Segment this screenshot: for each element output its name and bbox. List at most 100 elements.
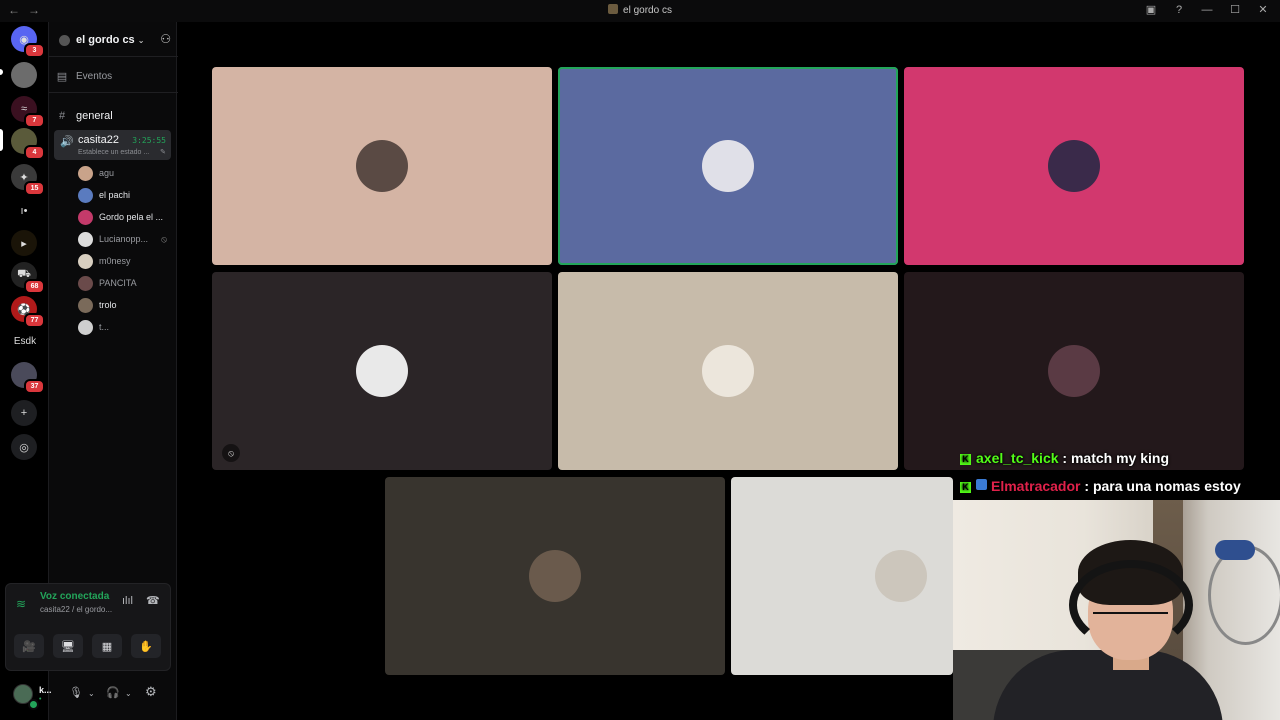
voice-member[interactable]: Lucianopp... ⦸ (78, 230, 173, 248)
chat-separator: : (1062, 450, 1068, 466)
streamer-webcam (953, 500, 1280, 720)
member-name: Lucianopp... (99, 234, 149, 244)
channel-general[interactable]: # general (55, 106, 171, 126)
chat-message: Kaxel_tc_kick : match my king (960, 450, 1169, 466)
server-esdk-icon[interactable]: Esdk (10, 328, 40, 354)
voice-status[interactable]: Establece un estado ... (78, 149, 149, 156)
divider (49, 56, 178, 57)
voice-member[interactable]: agu (78, 164, 173, 182)
discover-icon[interactable]: ◎ (11, 434, 37, 460)
voice-member[interactable]: el pachi (78, 186, 173, 204)
microphone-icon[interactable]: 🎙 (69, 686, 83, 699)
help-icon[interactable]: ? (1172, 4, 1186, 16)
events-item[interactable]: ▤ Eventos (55, 66, 171, 86)
member-avatar (78, 275, 93, 291)
server-6-icon[interactable]: ▸ (11, 230, 37, 256)
chat-message: K Elmatracador : para una nomas estoy (960, 478, 1243, 496)
calendar-icon: ▤ (56, 70, 68, 83)
member-name: trolo (99, 300, 117, 310)
title-bar: ← → el gordo cs ▣ ? — ☐ ✕ (0, 0, 1280, 22)
forward-arrow-icon[interactable]: → (28, 3, 40, 17)
voice-channel-casita22[interactable]: 🔊 casita22 3:25:55 Establece un estado .… (54, 130, 171, 160)
voice-member[interactable]: PANCITA (78, 274, 173, 292)
activities-button[interactable]: ▦ (92, 634, 122, 658)
headphones-icon[interactable]: 🎧 (106, 686, 120, 699)
member-avatar (78, 253, 93, 269)
screen-share-button[interactable]: 🖥 (53, 634, 83, 658)
member-name: agu (99, 168, 115, 178)
kick-logo-icon: K (960, 454, 971, 465)
chat-text: para una nomas estoy (1092, 478, 1241, 494)
user-status: • (39, 696, 42, 703)
pencil-icon[interactable]: ✎ (160, 148, 166, 156)
window-title: el gordo cs (0, 4, 1280, 16)
participant-avatar (702, 140, 754, 192)
participant-tile[interactable] (385, 477, 725, 675)
webcam-fan (1208, 545, 1280, 645)
guild-header[interactable]: el gordo cs ⌄ ⚇ (59, 32, 171, 48)
inbox-icon[interactable]: ▣ (1144, 3, 1158, 16)
soundboard-button[interactable]: ✋ (131, 634, 161, 658)
chevron-down-icon[interactable]: ⌄ (88, 689, 95, 698)
user-name[interactable]: k... (39, 685, 52, 695)
server-5-icon[interactable]: ı• (11, 198, 37, 224)
participant-tile[interactable] (731, 477, 953, 675)
notification-badge: 7 (24, 113, 45, 128)
participant-avatar (875, 550, 927, 602)
add-user-icon[interactable]: ⚇ (160, 32, 171, 46)
chevron-down-icon: ⌄ (137, 35, 145, 45)
member-avatar (78, 297, 93, 313)
chevron-down-icon[interactable]: ⌄ (125, 689, 132, 698)
member-name: el pachi (99, 190, 131, 200)
participant-tile[interactable] (904, 272, 1244, 470)
member-name: PANCITA (99, 278, 137, 288)
kick-logo-icon: K (960, 482, 971, 493)
participant-tile[interactable]: ⦸ (212, 272, 552, 470)
voice-connected-subtitle[interactable]: casita22 / el gordo... (40, 605, 112, 614)
chat-text: match my king (1070, 450, 1170, 466)
online-status-icon (28, 699, 39, 710)
participant-tile[interactable] (904, 67, 1244, 265)
server-icon (608, 4, 619, 14)
voice-connected-title[interactable]: Voz conectada (40, 591, 109, 602)
member-avatar (78, 231, 93, 247)
participant-tile[interactable] (558, 67, 898, 265)
voice-timer: 3:25:55 (132, 136, 166, 145)
notification-badge: 15 (24, 181, 45, 196)
voice-member[interactable]: trolo (78, 296, 173, 314)
close-button[interactable]: ✕ (1256, 3, 1270, 16)
participant-avatar (702, 345, 754, 397)
divider (49, 92, 178, 93)
member-name: t... (99, 322, 110, 332)
camera-off-icon: ⦸ (161, 233, 167, 244)
hash-icon: # (58, 110, 66, 122)
chat-username: Elmatracador (991, 478, 1081, 494)
voice-member[interactable]: t... (78, 318, 173, 336)
participant-avatar (356, 140, 408, 192)
minimize-button[interactable]: — (1200, 4, 1214, 16)
guild-name: el gordo cs (76, 34, 135, 46)
server-avatar-1-icon[interactable] (11, 62, 37, 88)
back-arrow-icon[interactable]: ← (8, 3, 20, 17)
user-panel: k... • 🎙 ⌄ 🎧 ⌄ ⚙ (5, 677, 171, 713)
noise-suppression-icon[interactable]: ılıl (122, 595, 133, 607)
member-avatar (78, 319, 93, 335)
camera-button[interactable]: 🎥 (14, 634, 44, 658)
participant-tile[interactable] (558, 272, 898, 470)
webcam-fan-cover (1215, 540, 1255, 560)
settings-gear-icon[interactable]: ⚙ (145, 684, 157, 700)
add-server-icon[interactable]: + (11, 400, 37, 426)
maximize-button[interactable]: ☐ (1228, 3, 1242, 16)
member-avatar (78, 165, 93, 181)
participant-tile[interactable] (212, 67, 552, 265)
member-avatar (78, 187, 93, 203)
voice-member[interactable]: Gordo pela el ... (78, 208, 173, 226)
voice-member[interactable]: m0nesy (78, 252, 173, 270)
voice-connected-panel: ≋ Voz conectada casita22 / el gordo... ı… (5, 583, 171, 671)
disconnect-icon[interactable]: ☎ (146, 594, 160, 607)
signal-icon: ≋ (16, 597, 27, 611)
guild-icon (59, 34, 70, 46)
active-server-indicator (0, 129, 3, 151)
muted-mic-icon: ⦸ (222, 444, 240, 462)
unread-indicator (0, 69, 3, 75)
